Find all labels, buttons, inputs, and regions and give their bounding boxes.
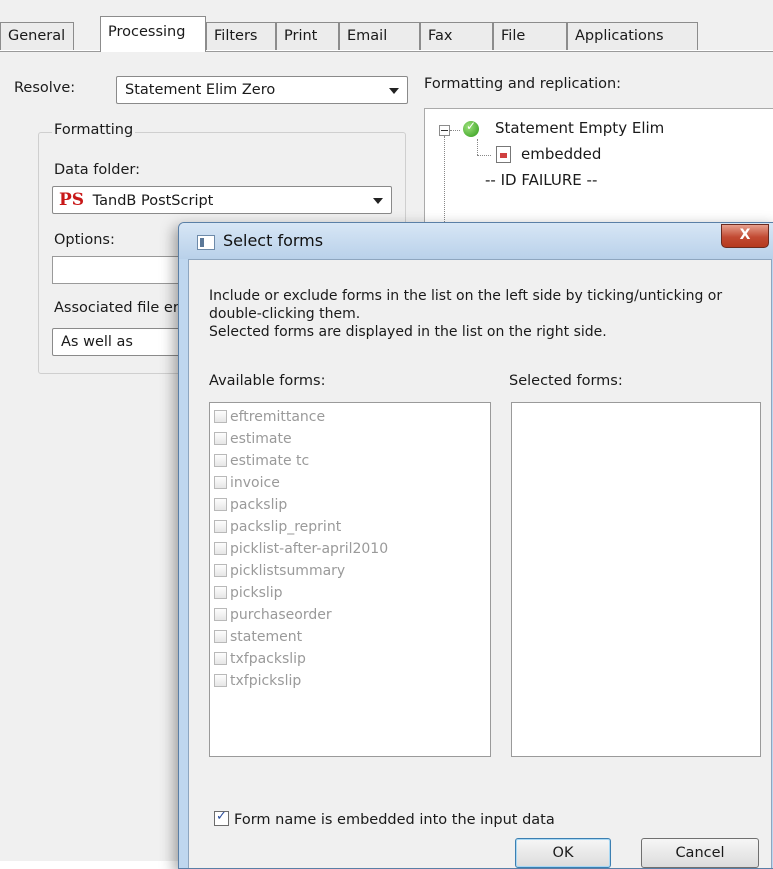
tab-print[interactable]: Print bbox=[276, 22, 339, 50]
document-icon bbox=[496, 146, 511, 163]
tab-strip: General Processing Filters Print Email F… bbox=[0, 0, 773, 52]
checkbox[interactable] bbox=[214, 497, 227, 511]
tab-filters[interactable]: Filters bbox=[206, 22, 276, 50]
form-name: picklist-after-april2010 bbox=[230, 541, 389, 557]
embedded-checkbox[interactable] bbox=[214, 809, 233, 827]
checkbox[interactable] bbox=[214, 453, 227, 467]
checkbox[interactable] bbox=[214, 585, 227, 599]
form-name: purchaseorder bbox=[230, 607, 332, 623]
resolve-dropdown[interactable]: Statement Elim Zero bbox=[116, 76, 408, 104]
data-folder-dropdown[interactable]: PS TandB PostScript bbox=[52, 186, 392, 214]
tab-email[interactable]: Email bbox=[339, 22, 420, 50]
checkbox[interactable] bbox=[214, 519, 227, 533]
chevron-down-icon bbox=[389, 88, 399, 94]
checkbox[interactable] bbox=[214, 563, 227, 577]
checkbox[interactable] bbox=[214, 409, 227, 423]
window-icon bbox=[197, 235, 215, 250]
list-item[interactable]: estimate tc bbox=[214, 451, 309, 472]
close-icon: X bbox=[739, 227, 751, 243]
dialog-body: Include or exclude forms in the list on … bbox=[188, 259, 772, 868]
tree-node-id-failure[interactable]: -- ID FAILURE -- bbox=[485, 171, 597, 189]
selected-forms-list[interactable] bbox=[511, 402, 761, 757]
list-item[interactable]: picklist-after-april2010 bbox=[214, 539, 388, 560]
form-name: txfpickslip bbox=[230, 673, 302, 689]
list-item[interactable]: estimate bbox=[214, 429, 292, 450]
form-name: statement bbox=[230, 629, 303, 645]
form-name: packslip_reprint bbox=[230, 519, 342, 535]
data-folder-label: Data folder: bbox=[54, 162, 140, 178]
checkbox[interactable] bbox=[214, 629, 227, 643]
replication-label: Formatting and replication: bbox=[424, 76, 622, 92]
list-item[interactable]: statement bbox=[214, 627, 302, 648]
checkbox[interactable] bbox=[214, 475, 227, 489]
list-item[interactable]: txfpackslip bbox=[214, 649, 306, 670]
select-forms-dialog: Select forms X Include or exclude forms … bbox=[178, 222, 773, 869]
dialog-title: Select forms bbox=[223, 231, 324, 250]
checkbox[interactable] bbox=[214, 607, 227, 621]
tab-fax[interactable]: Fax bbox=[420, 22, 493, 50]
resolve-label: Resolve: bbox=[14, 80, 76, 96]
available-forms-label: Available forms: bbox=[209, 373, 326, 389]
replication-tree[interactable]: ✓ Statement Empty Elim embedded ✕ -- ID … bbox=[424, 108, 773, 241]
form-name: pickslip bbox=[230, 585, 283, 601]
form-name: txfpackslip bbox=[230, 651, 306, 667]
description-line: Include or exclude forms in the list on … bbox=[209, 288, 723, 304]
tab-processing[interactable]: Processing bbox=[100, 16, 206, 52]
associated-file-label: Associated file er bbox=[54, 300, 179, 316]
list-item[interactable]: eftremittance bbox=[214, 407, 325, 428]
ok-button[interactable]: OK bbox=[515, 838, 611, 868]
chevron-down-icon bbox=[373, 198, 383, 204]
tab-file[interactable]: File bbox=[493, 22, 567, 50]
list-item[interactable]: invoice bbox=[214, 473, 280, 494]
associated-file-value: As well as bbox=[61, 334, 133, 350]
dialog-titlebar[interactable]: Select forms X bbox=[179, 223, 773, 259]
list-item[interactable]: picklistsummary bbox=[214, 561, 345, 582]
form-name: invoice bbox=[230, 475, 280, 491]
tab-applications[interactable]: Applications bbox=[567, 22, 698, 50]
checkbox[interactable] bbox=[214, 431, 227, 445]
postscript-icon: PS bbox=[59, 190, 85, 210]
tab-general[interactable]: General bbox=[0, 22, 74, 50]
list-item[interactable]: packslip_reprint bbox=[214, 517, 341, 538]
form-name: picklistsummary bbox=[230, 563, 346, 579]
cancel-button[interactable]: Cancel bbox=[641, 838, 759, 868]
tree-node-statement[interactable]: Statement Empty Elim bbox=[495, 119, 664, 137]
list-item[interactable]: packslip bbox=[214, 495, 287, 516]
selected-forms-label: Selected forms: bbox=[509, 373, 623, 389]
embedded-checkbox-label[interactable]: Form name is embedded into the input dat… bbox=[234, 812, 555, 828]
list-item[interactable]: txfpickslip bbox=[214, 671, 301, 692]
check-circle-icon: ✓ bbox=[463, 119, 479, 137]
options-label: Options: bbox=[54, 232, 115, 248]
description-line: Selected forms are displayed in the list… bbox=[209, 324, 607, 340]
form-name: estimate bbox=[230, 431, 292, 447]
tree-node-embedded[interactable]: embedded bbox=[521, 145, 601, 163]
list-item[interactable]: pickslip bbox=[214, 583, 283, 604]
resolve-value: Statement Elim Zero bbox=[125, 82, 276, 98]
available-forms-list[interactable]: eftremittance estimate estimate tc invoi… bbox=[209, 402, 491, 757]
form-name: estimate tc bbox=[230, 453, 310, 469]
checkbox[interactable] bbox=[214, 673, 227, 687]
data-folder-value: TandB PostScript bbox=[92, 193, 214, 209]
checkbox[interactable] bbox=[214, 651, 227, 665]
form-name: eftremittance bbox=[230, 409, 326, 425]
form-name: packslip bbox=[230, 497, 288, 513]
collapse-icon[interactable] bbox=[439, 125, 450, 136]
checkbox[interactable] bbox=[214, 541, 227, 555]
list-item[interactable]: purchaseorder bbox=[214, 605, 332, 626]
checkbox-checked-icon[interactable] bbox=[214, 809, 229, 826]
description-line: double-clicking them. bbox=[209, 306, 361, 322]
dialog-description: Include or exclude forms in the list on … bbox=[209, 287, 769, 341]
close-button[interactable]: X bbox=[721, 224, 769, 248]
formatting-group-title: Formatting bbox=[52, 122, 136, 138]
